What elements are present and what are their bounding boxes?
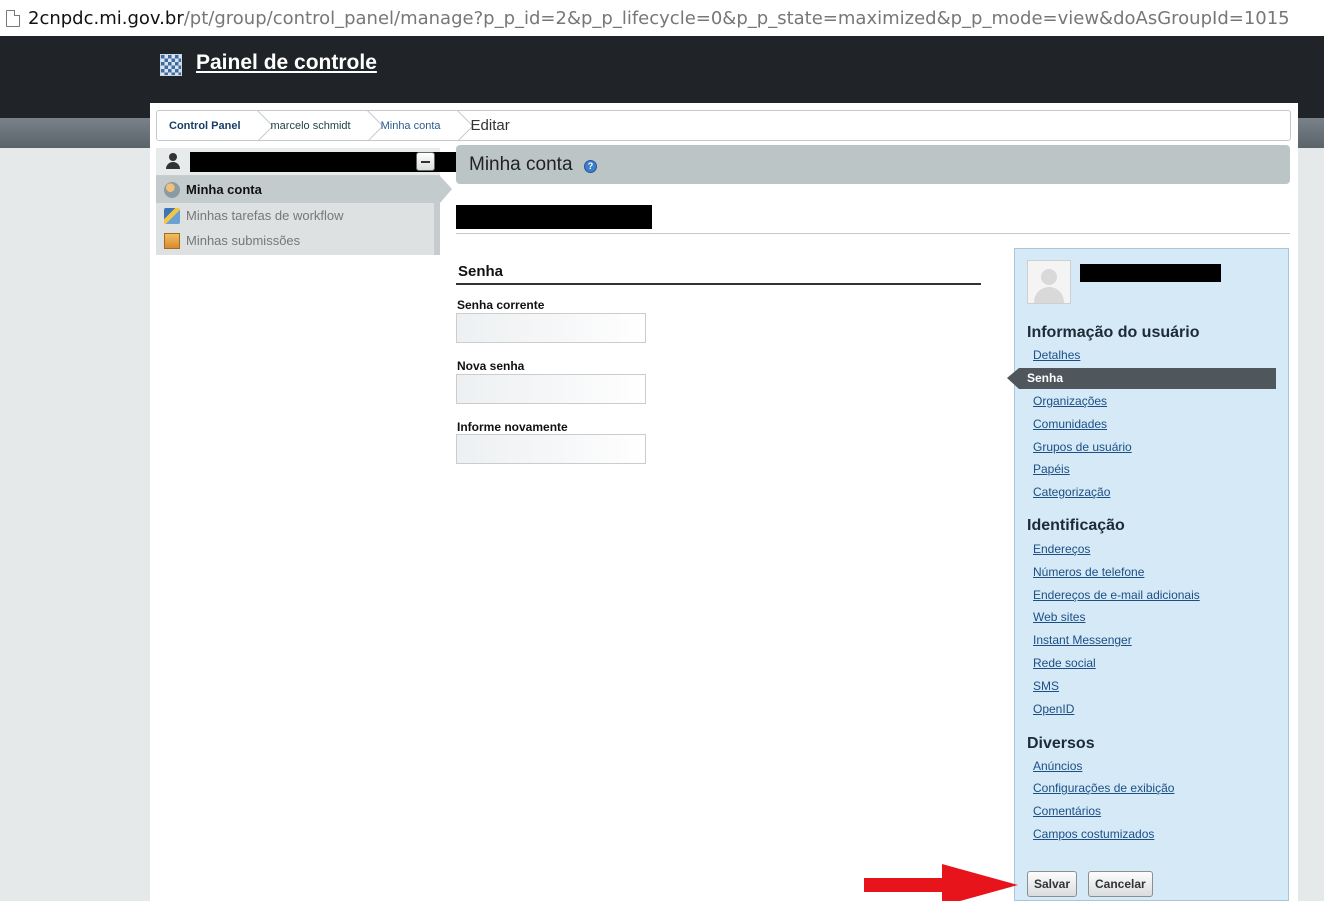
link-categorization[interactable]: Categorização bbox=[1033, 485, 1110, 499]
link-custom-fields[interactable]: Campos costumizados bbox=[1033, 827, 1154, 841]
nav-item-submissions[interactable]: Minhas submissões bbox=[156, 228, 440, 253]
url-host: 2cnpdc.mi.gov.br bbox=[28, 7, 184, 29]
red-arrow-icon bbox=[864, 864, 1018, 901]
link-communities[interactable]: Comunidades bbox=[1033, 417, 1107, 431]
page-title: Minha conta bbox=[469, 154, 573, 175]
link-announcements[interactable]: Anúncios bbox=[1033, 759, 1082, 773]
left-navigation: Minha conta Minhas tarefas de workflow M… bbox=[156, 148, 492, 255]
link-phone-numbers[interactable]: Números de telefone bbox=[1033, 565, 1144, 579]
confirm-password-label: Informe novamente bbox=[457, 420, 568, 434]
identification-heading: Identificação bbox=[1027, 517, 1125, 534]
gear-user-icon bbox=[164, 181, 180, 198]
nav-item-label: Minha conta bbox=[186, 182, 262, 197]
link-user-groups[interactable]: Grupos de usuário bbox=[1033, 440, 1132, 454]
misc-heading: Diversos bbox=[1027, 735, 1095, 752]
confirm-password-input[interactable] bbox=[456, 434, 646, 464]
link-sms[interactable]: SMS bbox=[1033, 679, 1059, 693]
password-section-title: Senha bbox=[458, 263, 504, 280]
breadcrumb-control-panel[interactable]: Control Panel bbox=[157, 111, 259, 140]
help-icon[interactable]: ? bbox=[584, 160, 597, 173]
link-details[interactable]: Detalhes bbox=[1033, 348, 1080, 362]
avatar[interactable] bbox=[1027, 260, 1071, 304]
user-info-heading: Informação do usuário bbox=[1027, 324, 1200, 341]
new-password-input[interactable] bbox=[456, 374, 646, 404]
link-addresses[interactable]: Endereços bbox=[1033, 542, 1090, 556]
workflow-icon bbox=[164, 207, 180, 224]
current-password-label: Senha corrente bbox=[457, 298, 545, 312]
redacted-panel-user-name bbox=[1080, 264, 1221, 282]
section-divider bbox=[456, 283, 981, 285]
link-websites[interactable]: Web sites bbox=[1033, 610, 1085, 624]
link-openid[interactable]: OpenID bbox=[1033, 702, 1074, 716]
new-password-label: Nova senha bbox=[457, 359, 525, 373]
redacted-user-title bbox=[456, 205, 652, 229]
nav-item-label: Minhas submissões bbox=[186, 233, 301, 248]
redacted-user-name bbox=[190, 152, 492, 172]
user-icon bbox=[166, 153, 180, 169]
content-header bbox=[456, 145, 1290, 184]
url-path: /pt/group/control_panel/manage?p_p_id=2&… bbox=[183, 7, 1290, 29]
breadcrumb-user[interactable]: marcelo schmidt bbox=[259, 111, 369, 140]
liferay-logo-icon bbox=[160, 54, 182, 76]
breadcrumb-my-account[interactable]: Minha conta bbox=[369, 111, 459, 140]
control-panel-title-link[interactable]: Painel de controle bbox=[196, 51, 377, 75]
link-instant-messenger[interactable]: Instant Messenger bbox=[1033, 633, 1132, 647]
collapse-button[interactable] bbox=[416, 152, 435, 171]
cancel-button[interactable]: Cancelar bbox=[1088, 871, 1153, 897]
breadcrumb-current: Editar bbox=[470, 117, 510, 134]
link-display-settings[interactable]: Configurações de exibição bbox=[1033, 781, 1174, 795]
current-password-input[interactable] bbox=[456, 313, 646, 343]
submissions-icon bbox=[164, 232, 180, 249]
nav-item-label: Minhas tarefas de workflow bbox=[186, 208, 344, 223]
left-nav-scrollbar[interactable] bbox=[434, 201, 440, 255]
breadcrumb: Control Panel marcelo schmidt Minha cont… bbox=[156, 110, 1291, 141]
save-button[interactable]: Salvar bbox=[1027, 871, 1078, 897]
link-password-selected[interactable]: Senha bbox=[1007, 368, 1276, 389]
address-bar[interactable]: 2cnpdc.mi.gov.br /pt/group/control_panel… bbox=[0, 0, 1324, 36]
divider bbox=[456, 233, 1290, 234]
link-organizations[interactable]: Organizações bbox=[1033, 394, 1107, 408]
link-additional-emails[interactable]: Endereços de e-mail adicionais bbox=[1033, 588, 1200, 602]
nav-item-workflow-tasks[interactable]: Minhas tarefas de workflow bbox=[156, 203, 440, 228]
user-section-header bbox=[156, 148, 492, 176]
link-comments[interactable]: Comentários bbox=[1033, 804, 1101, 818]
link-social-network[interactable]: Rede social bbox=[1033, 656, 1096, 670]
nav-item-my-account[interactable]: Minha conta bbox=[156, 176, 452, 203]
link-roles[interactable]: Papéis bbox=[1033, 462, 1070, 476]
page-icon bbox=[6, 9, 20, 27]
